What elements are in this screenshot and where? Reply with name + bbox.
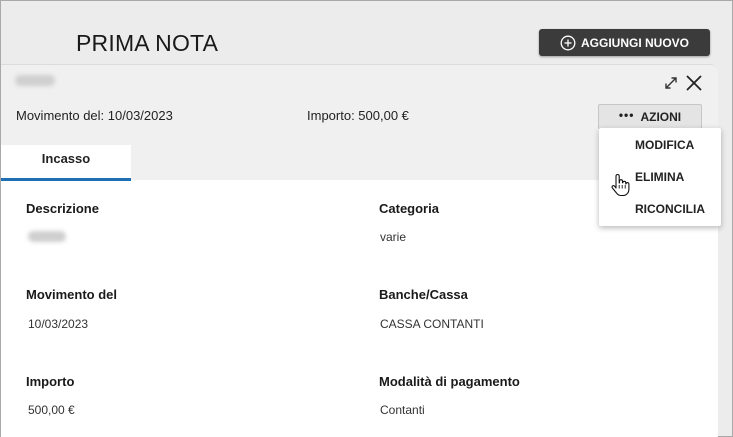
menu-item-modifica[interactable]: MODIFICA: [635, 138, 694, 152]
importo-value: 500,00 €: [28, 403, 75, 417]
movimento-label: Movimento del: [26, 287, 118, 302]
redacted-descrizione-value: [28, 231, 66, 242]
add-new-button[interactable]: AGGIUNGI NUOVO: [539, 29, 710, 56]
movement-date-summary: Movimento del: 10/03/2023: [16, 108, 173, 123]
page-title: PRIMA NOTA: [76, 30, 219, 56]
modalita-pagamento-value: Contanti: [380, 403, 425, 417]
actions-button[interactable]: ••• AZIONI: [598, 104, 702, 129]
ellipsis-icon: •••: [618, 108, 635, 122]
close-icon[interactable]: [685, 74, 703, 92]
banche-cassa-label: Banche/Cassa: [379, 287, 468, 302]
amount-summary: Importo: 500,00 €: [307, 108, 409, 123]
redacted-record-name: [15, 75, 55, 86]
tab-incasso-label: Incasso: [41, 151, 91, 166]
banche-cassa-value: CASSA CONTANTI: [380, 317, 484, 331]
menu-item-elimina[interactable]: ELIMINA: [635, 170, 684, 184]
expand-arrows-icon[interactable]: [663, 75, 679, 91]
descrizione-label: Descrizione: [26, 201, 99, 216]
app-window: PRIMA NOTA AGGIUNGI NUOVO Movimento del:…: [0, 0, 733, 437]
add-new-label: AGGIUNGI NUOVO: [580, 35, 689, 50]
menu-item-riconcilia[interactable]: RICONCILIA: [635, 202, 705, 216]
tab-incasso[interactable]: Incasso: [1, 145, 131, 181]
categoria-value: varie: [380, 230, 407, 244]
hand-pointer-icon: [611, 173, 630, 197]
importo-label: Importo: [26, 374, 75, 389]
categoria-label: Categoria: [379, 201, 439, 216]
plus-circle-icon: [560, 35, 576, 50]
actions-label: AZIONI: [640, 109, 682, 124]
movimento-value: 10/03/2023: [28, 317, 89, 331]
record-card: Movimento del: 10/03/2023 Importo: 500,0…: [1, 64, 718, 437]
modalita-pagamento-label: Modalità di pagamento: [379, 374, 520, 389]
